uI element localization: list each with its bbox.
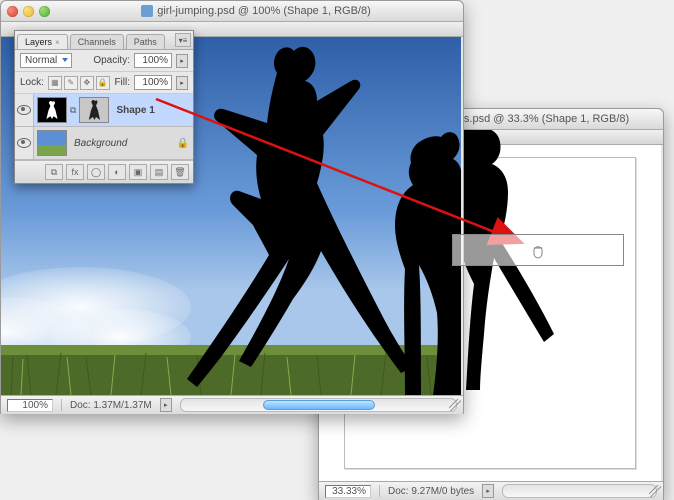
lock-transparency-icon[interactable]: ▦ bbox=[48, 76, 62, 90]
window-traffic-lights bbox=[7, 6, 50, 17]
vector-mask-thumbnail[interactable] bbox=[79, 97, 109, 123]
tab-channels[interactable]: Channels bbox=[70, 34, 124, 49]
layer-thumbnail[interactable] bbox=[37, 130, 67, 156]
tab-paths[interactable]: Paths bbox=[126, 34, 165, 49]
panel-tabs: Layers× Channels Paths ▾≡ bbox=[15, 31, 193, 50]
layer-name[interactable]: Background bbox=[74, 138, 127, 149]
new-group-button[interactable]: ▣ bbox=[129, 164, 147, 180]
layer-mask-thumbnail[interactable] bbox=[37, 97, 67, 123]
zoom-field[interactable]: 100% bbox=[7, 399, 53, 412]
status-bar: 33.33% Doc: 9.27M/0 bytes ▸ bbox=[319, 481, 663, 500]
layer-name[interactable]: Shape 1 bbox=[116, 105, 154, 116]
fill-slider-button[interactable]: ▸ bbox=[176, 76, 188, 90]
lock-pixels-icon[interactable]: ✎ bbox=[64, 76, 78, 90]
opacity-label: Opacity: bbox=[93, 55, 130, 66]
visibility-toggle[interactable] bbox=[15, 127, 34, 159]
doc-info-menu[interactable]: ▸ bbox=[160, 398, 172, 412]
layer-style-button[interactable]: fx bbox=[66, 164, 84, 180]
grab-cursor-icon bbox=[529, 241, 547, 259]
layer-list: ⧉ Shape 1 Background 🔒 bbox=[15, 94, 193, 160]
minimize-button[interactable] bbox=[23, 6, 34, 17]
h-scrollbar[interactable] bbox=[180, 398, 457, 412]
lock-fill-row: Lock: ▦ ✎ ✥ 🔒 Fill: 100% ▸ bbox=[15, 72, 193, 94]
panel-menu-button[interactable]: ▾≡ bbox=[175, 33, 191, 47]
link-icon[interactable]: ⧉ bbox=[70, 105, 76, 116]
opacity-field[interactable]: 100% bbox=[134, 53, 172, 68]
resize-grip-icon[interactable] bbox=[449, 399, 461, 411]
lock-indicator-icon: 🔒 bbox=[177, 138, 189, 149]
new-layer-button[interactable]: ▤ bbox=[150, 164, 168, 180]
close-button[interactable] bbox=[7, 6, 18, 17]
titlebar[interactable]: girl-jumping.psd @ 100% (Shape 1, RGB/8) bbox=[1, 1, 463, 22]
lock-all-icon[interactable]: 🔒 bbox=[96, 76, 110, 90]
blend-opacity-row: Normal Opacity: 100% ▸ bbox=[15, 50, 193, 72]
close-tab-icon[interactable]: × bbox=[55, 38, 60, 47]
lock-position-icon[interactable]: ✥ bbox=[80, 76, 94, 90]
doc-info-menu[interactable]: ▸ bbox=[482, 484, 494, 498]
layers-panel[interactable]: Layers× Channels Paths ▾≡ Normal Opacity… bbox=[14, 30, 194, 184]
eye-icon bbox=[17, 105, 31, 115]
document-proxy-icon bbox=[141, 5, 153, 17]
link-layers-button[interactable]: ⧉ bbox=[45, 164, 63, 180]
drag-ghost-layer bbox=[452, 234, 624, 266]
h-scrollbar[interactable] bbox=[502, 484, 657, 498]
layer-shape-1[interactable]: ⧉ Shape 1 bbox=[15, 94, 193, 127]
lock-label: Lock: bbox=[20, 77, 44, 88]
adjustment-layer-button[interactable]: ◐ bbox=[108, 164, 126, 180]
resize-grip-icon[interactable] bbox=[649, 485, 661, 497]
lock-buttons-group: ▦ ✎ ✥ 🔒 bbox=[48, 76, 110, 90]
doc-size: Doc: 1.37M/1.37M bbox=[70, 400, 152, 411]
tab-layers[interactable]: Layers× bbox=[17, 34, 68, 49]
opacity-slider-button[interactable]: ▸ bbox=[176, 54, 188, 68]
fill-field[interactable]: 100% bbox=[134, 75, 172, 90]
blend-mode-dropdown[interactable]: Normal bbox=[20, 53, 72, 68]
fill-label: Fill: bbox=[114, 77, 130, 88]
doc-size: Doc: 9.27M/0 bytes bbox=[388, 486, 474, 497]
delete-layer-button[interactable]: 🗑 bbox=[171, 164, 189, 180]
status-bar: 100% Doc: 1.37M/1.37M ▸ bbox=[1, 395, 463, 414]
layer-mask-button[interactable]: ◯ bbox=[87, 164, 105, 180]
panel-footer: ⧉ fx ◯ ◐ ▣ ▤ 🗑 bbox=[15, 160, 193, 183]
zoom-button[interactable] bbox=[39, 6, 50, 17]
layer-background[interactable]: Background 🔒 bbox=[15, 127, 193, 160]
window-title: girl-jumping.psd @ 100% (Shape 1, RGB/8) bbox=[55, 5, 457, 17]
eye-icon bbox=[17, 138, 31, 148]
zoom-field[interactable]: 33.33% bbox=[325, 485, 371, 498]
visibility-toggle[interactable] bbox=[15, 94, 34, 126]
